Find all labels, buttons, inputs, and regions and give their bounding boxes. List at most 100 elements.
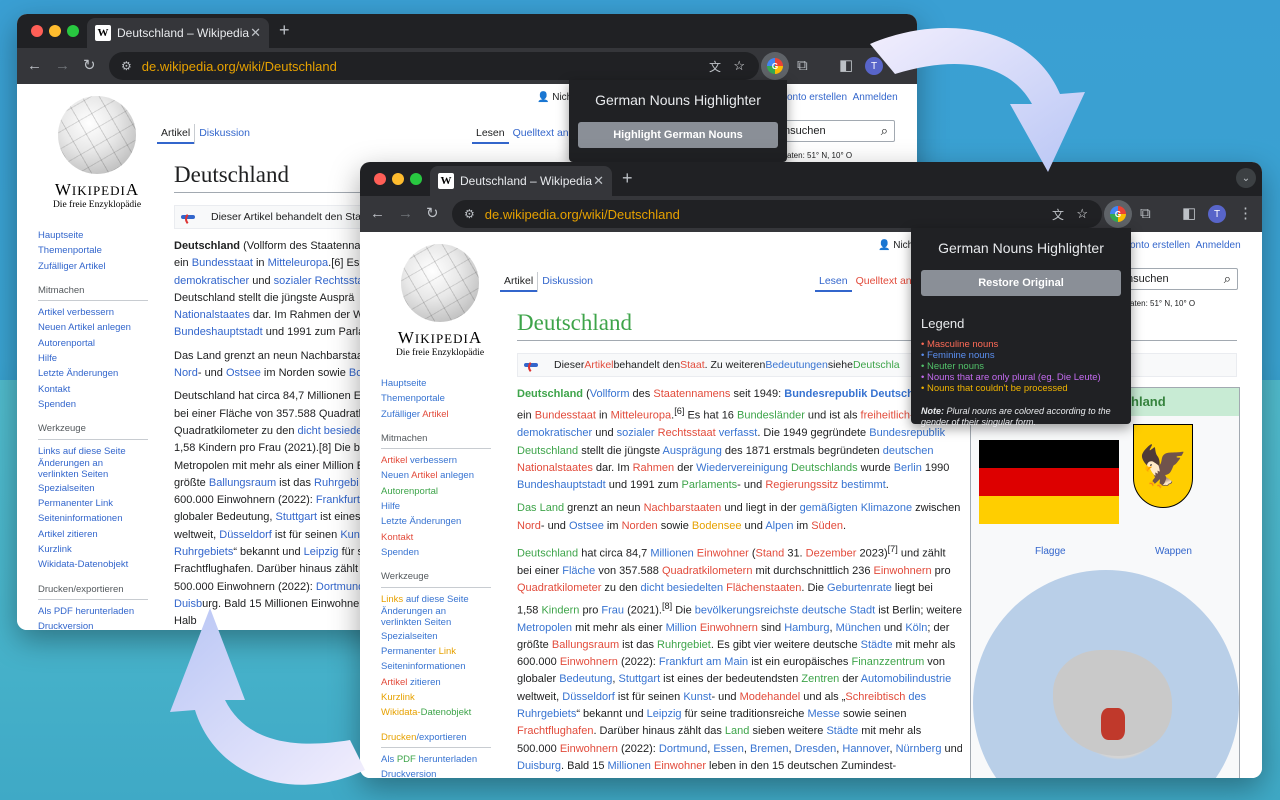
nav-item[interactable]: Letzte Änderungen (381, 514, 491, 529)
link[interactable]: Nationalstaates (174, 309, 250, 321)
close-dot[interactable] (31, 25, 43, 37)
globe-map[interactable] (973, 570, 1239, 778)
link[interactable]: Bundeshauptstadt (174, 326, 263, 338)
german-flag[interactable] (979, 440, 1119, 524)
create-account-link[interactable]: konto erstellen (1125, 240, 1190, 251)
menu-kebab-icon[interactable]: ⋮ (1238, 204, 1253, 224)
nav-item[interactable]: Artikel zitieren (38, 527, 148, 542)
tab-artikel[interactable]: Artikel (157, 124, 195, 144)
zoom-dot[interactable] (410, 173, 422, 185)
address-bar[interactable]: ⚙ de.wikipedia.org/wiki/Deutschland 文 ☆ (452, 200, 1102, 228)
minimize-dot[interactable] (392, 173, 404, 185)
nav-item[interactable]: Artikel verbessern (381, 453, 491, 468)
nav-item[interactable]: Artikel zitieren (381, 675, 491, 690)
nav-item[interactable]: Hilfe (381, 499, 491, 514)
nav-item[interactable]: Spenden (381, 545, 491, 560)
sidepanel-icon[interactable]: ◧ (839, 56, 853, 76)
sidepanel-icon[interactable]: ◧ (1182, 204, 1196, 224)
back-icon[interactable]: ← (27, 56, 42, 76)
link[interactable]: Frankfurt (316, 494, 360, 506)
link[interactable]: Bedeutungen (765, 359, 827, 371)
link[interactable]: sozialer Rechtssta (274, 275, 364, 287)
nav-item[interactable]: Zufälliger Artikel (38, 259, 148, 274)
close-tab-icon[interactable]: ✕ (593, 173, 604, 189)
nav-item[interactable]: Hauptseite (381, 376, 491, 391)
profile-avatar[interactable]: T (1208, 205, 1226, 223)
bookmark-star-icon[interactable]: ☆ (733, 58, 745, 74)
link[interactable]: Leipzig (304, 546, 339, 558)
nav-item[interactable]: Hauptseite (38, 228, 148, 243)
arms-caption[interactable]: Wappen (1155, 546, 1192, 557)
nav-item[interactable]: Änderungen an (38, 458, 148, 469)
nav-item[interactable]: Themenportale (38, 243, 148, 258)
tab-quelltext[interactable]: Quelltext an (852, 272, 916, 292)
reload-icon[interactable]: ↻ (83, 56, 96, 76)
link[interactable]: Ballungsraum (209, 477, 276, 489)
new-tab-icon[interactable]: + (622, 168, 633, 189)
nav-item[interactable]: Kurzlink (38, 542, 148, 557)
search-input[interactable]: nsuchen ⌕ (1120, 268, 1238, 290)
nav-item[interactable]: Seiteninformationen (38, 511, 148, 526)
nav-item[interactable]: Themenportale (381, 391, 491, 406)
extension-button-active[interactable]: G (761, 52, 789, 80)
tab-search-icon[interactable]: ⌄ (1236, 168, 1256, 188)
forward-icon[interactable]: → (55, 56, 70, 76)
close-tab-icon[interactable]: ✕ (250, 25, 261, 41)
nav-item[interactable]: Letzte Änderungen (38, 366, 148, 381)
tab-lesen[interactable]: Lesen (472, 124, 509, 144)
tab-lesen[interactable]: Lesen (815, 272, 852, 292)
link[interactable]: Deutschla (853, 359, 900, 371)
extensions-puzzle-icon[interactable]: ⧉ (797, 56, 808, 76)
nav-item[interactable]: Hilfe (38, 351, 148, 366)
nav-item[interactable]: Druckversion (38, 619, 148, 630)
nav-item[interactable]: verlinkten Seiten (381, 617, 491, 629)
close-dot[interactable] (374, 173, 386, 185)
nav-item[interactable]: Autorenportal (381, 484, 491, 499)
nav-item[interactable]: Seiteninformationen (381, 659, 491, 674)
address-bar[interactable]: ⚙ de.wikipedia.org/wiki/Deutschland 文 ☆ (109, 52, 759, 80)
nav-item[interactable]: Kontakt (38, 382, 148, 397)
browser-tab[interactable]: W Deutschland – Wikipedia ✕ (430, 166, 612, 196)
extension-button-active[interactable]: G (1104, 200, 1132, 228)
nav-item[interactable]: Wikidata-Datenobjekt (38, 557, 148, 572)
link[interactable]: Bundesstaat (192, 257, 253, 269)
link[interactable]: Stuttgart (276, 511, 318, 523)
tab-quelltext[interactable]: Quelltext an (509, 124, 573, 144)
nav-item[interactable]: Änderungen an (381, 606, 491, 617)
zoom-dot[interactable] (67, 25, 79, 37)
reload-icon[interactable]: ↻ (426, 204, 439, 224)
create-account-link[interactable]: onto erstellen (787, 92, 847, 103)
nav-item[interactable]: Kurzlink (381, 690, 491, 705)
nav-item[interactable]: Spezialseiten (38, 481, 148, 496)
link[interactable]: Kun (340, 529, 360, 541)
nav-item[interactable]: Permanenter Link (38, 496, 148, 511)
nav-item[interactable]: Wikidata-Datenobjekt (381, 705, 491, 720)
nav-item[interactable]: Spezialseiten (381, 629, 491, 644)
link[interactable]: Dortmund (316, 581, 364, 593)
link[interactable]: Ruhrgebi (314, 477, 359, 489)
nav-item[interactable]: Autorenportal (38, 336, 148, 351)
nav-item[interactable]: Kontakt (381, 530, 491, 545)
tab-artikel[interactable]: Artikel (500, 272, 538, 292)
login-link[interactable]: Anmelden (1196, 240, 1241, 251)
minimize-dot[interactable] (49, 25, 61, 37)
nav-item[interactable]: Permanenter Link (381, 644, 491, 659)
translate-icon[interactable]: 文 (709, 58, 721, 75)
coat-of-arms[interactable]: 🦅 (1133, 424, 1193, 508)
bookmark-star-icon[interactable]: ☆ (1076, 206, 1088, 222)
nav-item[interactable]: Artikel verbessern (38, 305, 148, 320)
site-settings-icon[interactable]: ⚙ (464, 207, 475, 221)
link[interactable]: Staat (680, 359, 705, 371)
forward-icon[interactable]: → (398, 204, 413, 224)
link[interactable]: dicht besiede (298, 425, 363, 437)
wikipedia-logo[interactable]: WIKIPEDIA Die freie Enzyklopädie (380, 244, 500, 358)
nav-item[interactable]: Spenden (38, 397, 148, 412)
translate-icon[interactable]: 文 (1052, 206, 1064, 223)
nav-item[interactable]: Als PDF herunterladen (381, 752, 491, 767)
link[interactable]: demokratischer (174, 275, 249, 287)
search-icon[interactable]: ⌕ (1224, 271, 1231, 287)
link[interactable]: Mitteleuropa (268, 257, 329, 269)
nav-item[interactable]: Neuen Artikel anlegen (381, 468, 491, 483)
nav-item[interactable]: verlinkten Seiten (38, 469, 148, 481)
tab-diskussion[interactable]: Diskussion (537, 272, 597, 292)
